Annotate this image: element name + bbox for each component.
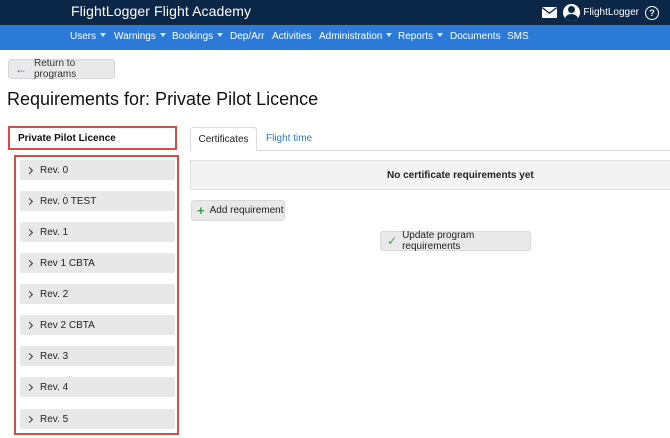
main-nav: Users Warnings Bookings Dep/Arr Activiti… bbox=[0, 25, 670, 50]
revision-label: Rev 2 CBTA bbox=[40, 319, 95, 331]
revision-item[interactable]: Rev. 0 TEST bbox=[20, 191, 175, 211]
return-label: Return to programs bbox=[34, 58, 77, 80]
nav-item-administration[interactable]: Administration bbox=[319, 31, 393, 42]
revision-label: Rev. 2 bbox=[40, 288, 69, 300]
update-program-requirements-button[interactable]: ✓ Update program requirements bbox=[380, 230, 531, 252]
revision-item[interactable]: Rev. 4 bbox=[20, 377, 175, 397]
revision-list: Rev. 0 Rev. 0 TEST Rev. 1 Rev 1 CBTA Rev… bbox=[14, 155, 179, 435]
help-icon[interactable]: ? bbox=[645, 5, 659, 20]
caret-down-icon bbox=[217, 33, 224, 38]
empty-state-message: No certificate requirements yet bbox=[387, 169, 534, 181]
nav-item-sms[interactable]: SMS bbox=[507, 31, 529, 42]
nav-label: SMS bbox=[507, 31, 529, 42]
chevron-right-icon bbox=[25, 415, 34, 423]
page-title: Requirements for: Private Pilot Licence bbox=[7, 89, 319, 109]
chevron-right-icon bbox=[25, 352, 34, 360]
revision-item[interactable]: Rev 1 CBTA bbox=[20, 253, 175, 273]
nav-label: Reports bbox=[398, 31, 434, 42]
add-requirement-label: Add requirement bbox=[209, 205, 284, 216]
header-actions: FlightLogger ? bbox=[542, 0, 670, 25]
username[interactable]: FlightLogger bbox=[583, 7, 639, 18]
add-requirement-button[interactable]: + Add requirement bbox=[191, 200, 285, 221]
nav-item-documents[interactable]: Documents bbox=[450, 31, 501, 42]
plus-icon: + bbox=[197, 203, 205, 218]
revision-label: Rev 1 CBTA bbox=[40, 257, 95, 269]
program-name-label: Private Pilot Licence bbox=[18, 132, 116, 144]
nav-label: Warnings bbox=[114, 31, 156, 42]
revision-item[interactable]: Rev. 0 bbox=[20, 160, 175, 180]
caret-down-icon bbox=[100, 33, 107, 38]
revision-label: Rev. 1 bbox=[40, 226, 69, 238]
nav-item-reports[interactable]: Reports bbox=[398, 31, 444, 42]
tab-flight-time[interactable]: Flight time bbox=[266, 133, 312, 144]
program-name: Private Pilot Licence bbox=[8, 126, 177, 150]
nav-label: Activities bbox=[272, 31, 312, 42]
revision-label: Rev. 0 bbox=[40, 164, 69, 176]
top-header: FlightLogger Flight Academy FlightLogger… bbox=[0, 0, 670, 25]
checkmark-icon: ✓ bbox=[387, 234, 398, 248]
envelope-icon[interactable] bbox=[542, 7, 558, 18]
nav-label: Administration bbox=[319, 31, 383, 42]
nav-label: Dep/Arr bbox=[230, 31, 265, 42]
revision-label: Rev. 0 TEST bbox=[40, 195, 97, 207]
chevron-right-icon bbox=[25, 321, 34, 329]
avatar-icon[interactable] bbox=[563, 4, 581, 21]
revision-label: Rev. 4 bbox=[40, 381, 69, 393]
tab-certificates[interactable]: Certificates bbox=[190, 127, 257, 151]
caret-down-icon bbox=[437, 33, 444, 38]
nav-item-activities[interactable]: Activities bbox=[272, 31, 311, 42]
revision-label: Rev. 5 bbox=[40, 413, 69, 425]
chevron-right-icon bbox=[25, 290, 34, 298]
tabs-divider bbox=[190, 150, 670, 151]
revision-label: Rev. 3 bbox=[40, 350, 69, 362]
nav-item-users[interactable]: Users bbox=[70, 31, 107, 42]
nav-item-bookings[interactable]: Bookings bbox=[172, 31, 224, 42]
revision-item[interactable]: Rev. 1 bbox=[20, 222, 175, 242]
nav-label: Bookings bbox=[172, 31, 214, 42]
chevron-right-icon bbox=[25, 259, 34, 267]
chevron-right-icon bbox=[25, 228, 34, 236]
revision-item[interactable]: Rev. 5 bbox=[20, 409, 175, 429]
return-to-programs-button[interactable]: ← Return to programs bbox=[8, 58, 115, 80]
nav-label: Documents bbox=[450, 31, 501, 42]
chevron-right-icon bbox=[25, 383, 34, 391]
nav-item-dep-arr[interactable]: Dep/Arr bbox=[230, 31, 264, 42]
revision-item[interactable]: Rev 2 CBTA bbox=[20, 315, 175, 335]
chevron-right-icon bbox=[25, 166, 34, 174]
empty-state-panel: No certificate requirements yet bbox=[190, 160, 670, 190]
nav-item-warnings[interactable]: Warnings bbox=[114, 31, 166, 42]
brand-name[interactable]: FlightLogger Flight Academy bbox=[71, 3, 251, 19]
chevron-right-icon bbox=[25, 197, 34, 205]
update-requirements-label: Update program requirements bbox=[402, 230, 475, 252]
arrow-left-icon: ← bbox=[15, 62, 27, 76]
revision-item[interactable]: Rev. 2 bbox=[20, 284, 175, 304]
caret-down-icon bbox=[159, 33, 166, 38]
nav-label: Users bbox=[70, 31, 97, 42]
revision-item[interactable]: Rev. 3 bbox=[20, 346, 175, 366]
caret-down-icon bbox=[386, 33, 393, 38]
